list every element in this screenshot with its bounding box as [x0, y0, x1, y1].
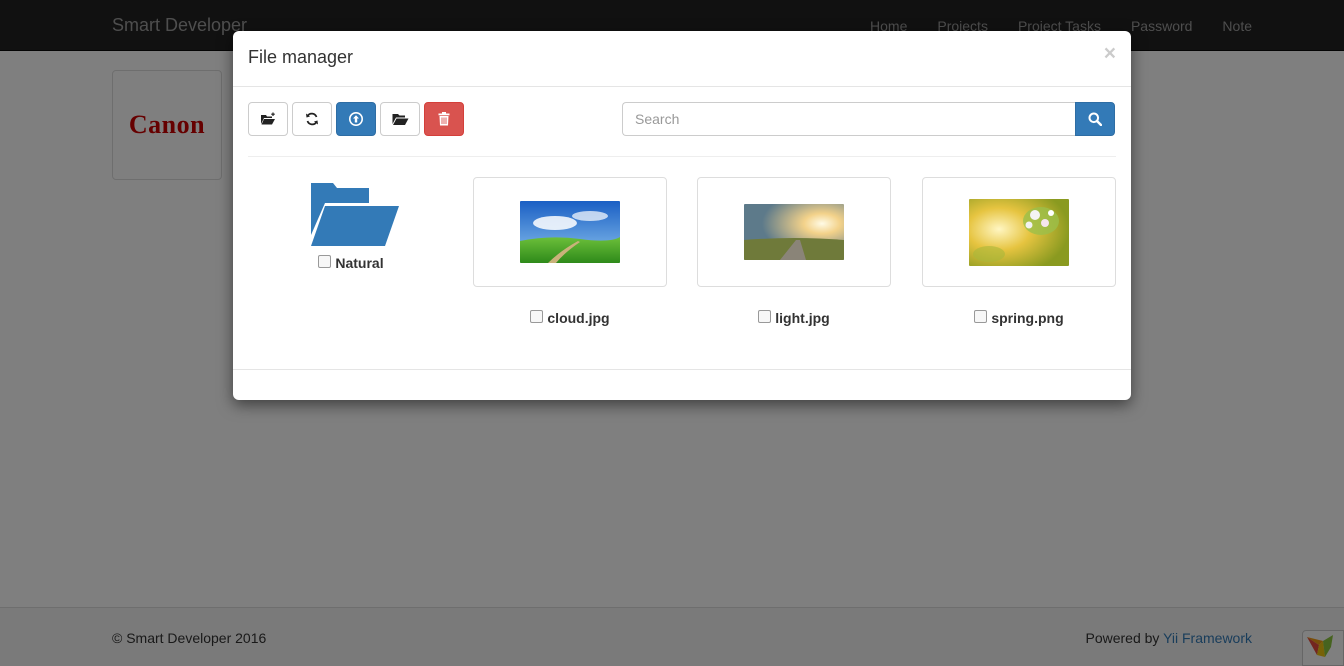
file-toolbar [248, 102, 468, 136]
toolbar-divider [248, 156, 1116, 157]
delete-button[interactable] [424, 102, 464, 136]
search-group [622, 102, 1115, 136]
folder-checkbox[interactable] [318, 254, 332, 268]
close-button[interactable]: × [1104, 43, 1116, 64]
file-thumbnail[interactable] [922, 177, 1116, 287]
file-item: spring.png [922, 177, 1116, 326]
file-caption: light.jpg [697, 309, 891, 326]
light-image [744, 204, 844, 260]
file-name: cloud.jpg [547, 310, 610, 326]
open-folder-button[interactable] [380, 102, 420, 136]
file-item: cloud.jpg [473, 177, 667, 326]
new-folder-button[interactable] [248, 102, 288, 136]
cloud-image [520, 201, 620, 263]
refresh-icon [306, 112, 318, 126]
refresh-button[interactable] [292, 102, 332, 136]
modal-header: File manager × [233, 31, 1131, 87]
file-checkbox[interactable] [758, 309, 772, 323]
trash-icon [438, 112, 450, 126]
file-thumbnail[interactable] [473, 177, 667, 287]
search-input[interactable] [622, 102, 1075, 136]
file-checkbox[interactable] [530, 309, 544, 323]
file-manager-modal: File manager × Search Natural cloud.jpg … [233, 31, 1131, 400]
upload-button[interactable] [336, 102, 376, 136]
modal-title: File manager [248, 47, 354, 67]
folder-icon [311, 183, 399, 246]
folder-item[interactable]: Natural [301, 181, 401, 271]
file-caption: cloud.jpg [473, 309, 667, 326]
search-icon [1088, 112, 1102, 126]
file-name: light.jpg [775, 310, 830, 326]
spring-image [969, 198, 1069, 266]
upload-icon [349, 112, 363, 126]
file-item: light.jpg [697, 177, 891, 326]
folder-open-icon [392, 113, 408, 125]
folder-add-icon [261, 112, 275, 125]
modal-footer [233, 369, 1131, 370]
file-checkbox[interactable] [974, 309, 988, 323]
search-button[interactable] [1075, 102, 1115, 136]
folder-name: Natural [335, 255, 384, 271]
folder-caption: Natural [301, 254, 401, 271]
file-caption: spring.png [922, 309, 1116, 326]
file-thumbnail[interactable] [697, 177, 891, 287]
file-name: spring.png [991, 310, 1064, 326]
